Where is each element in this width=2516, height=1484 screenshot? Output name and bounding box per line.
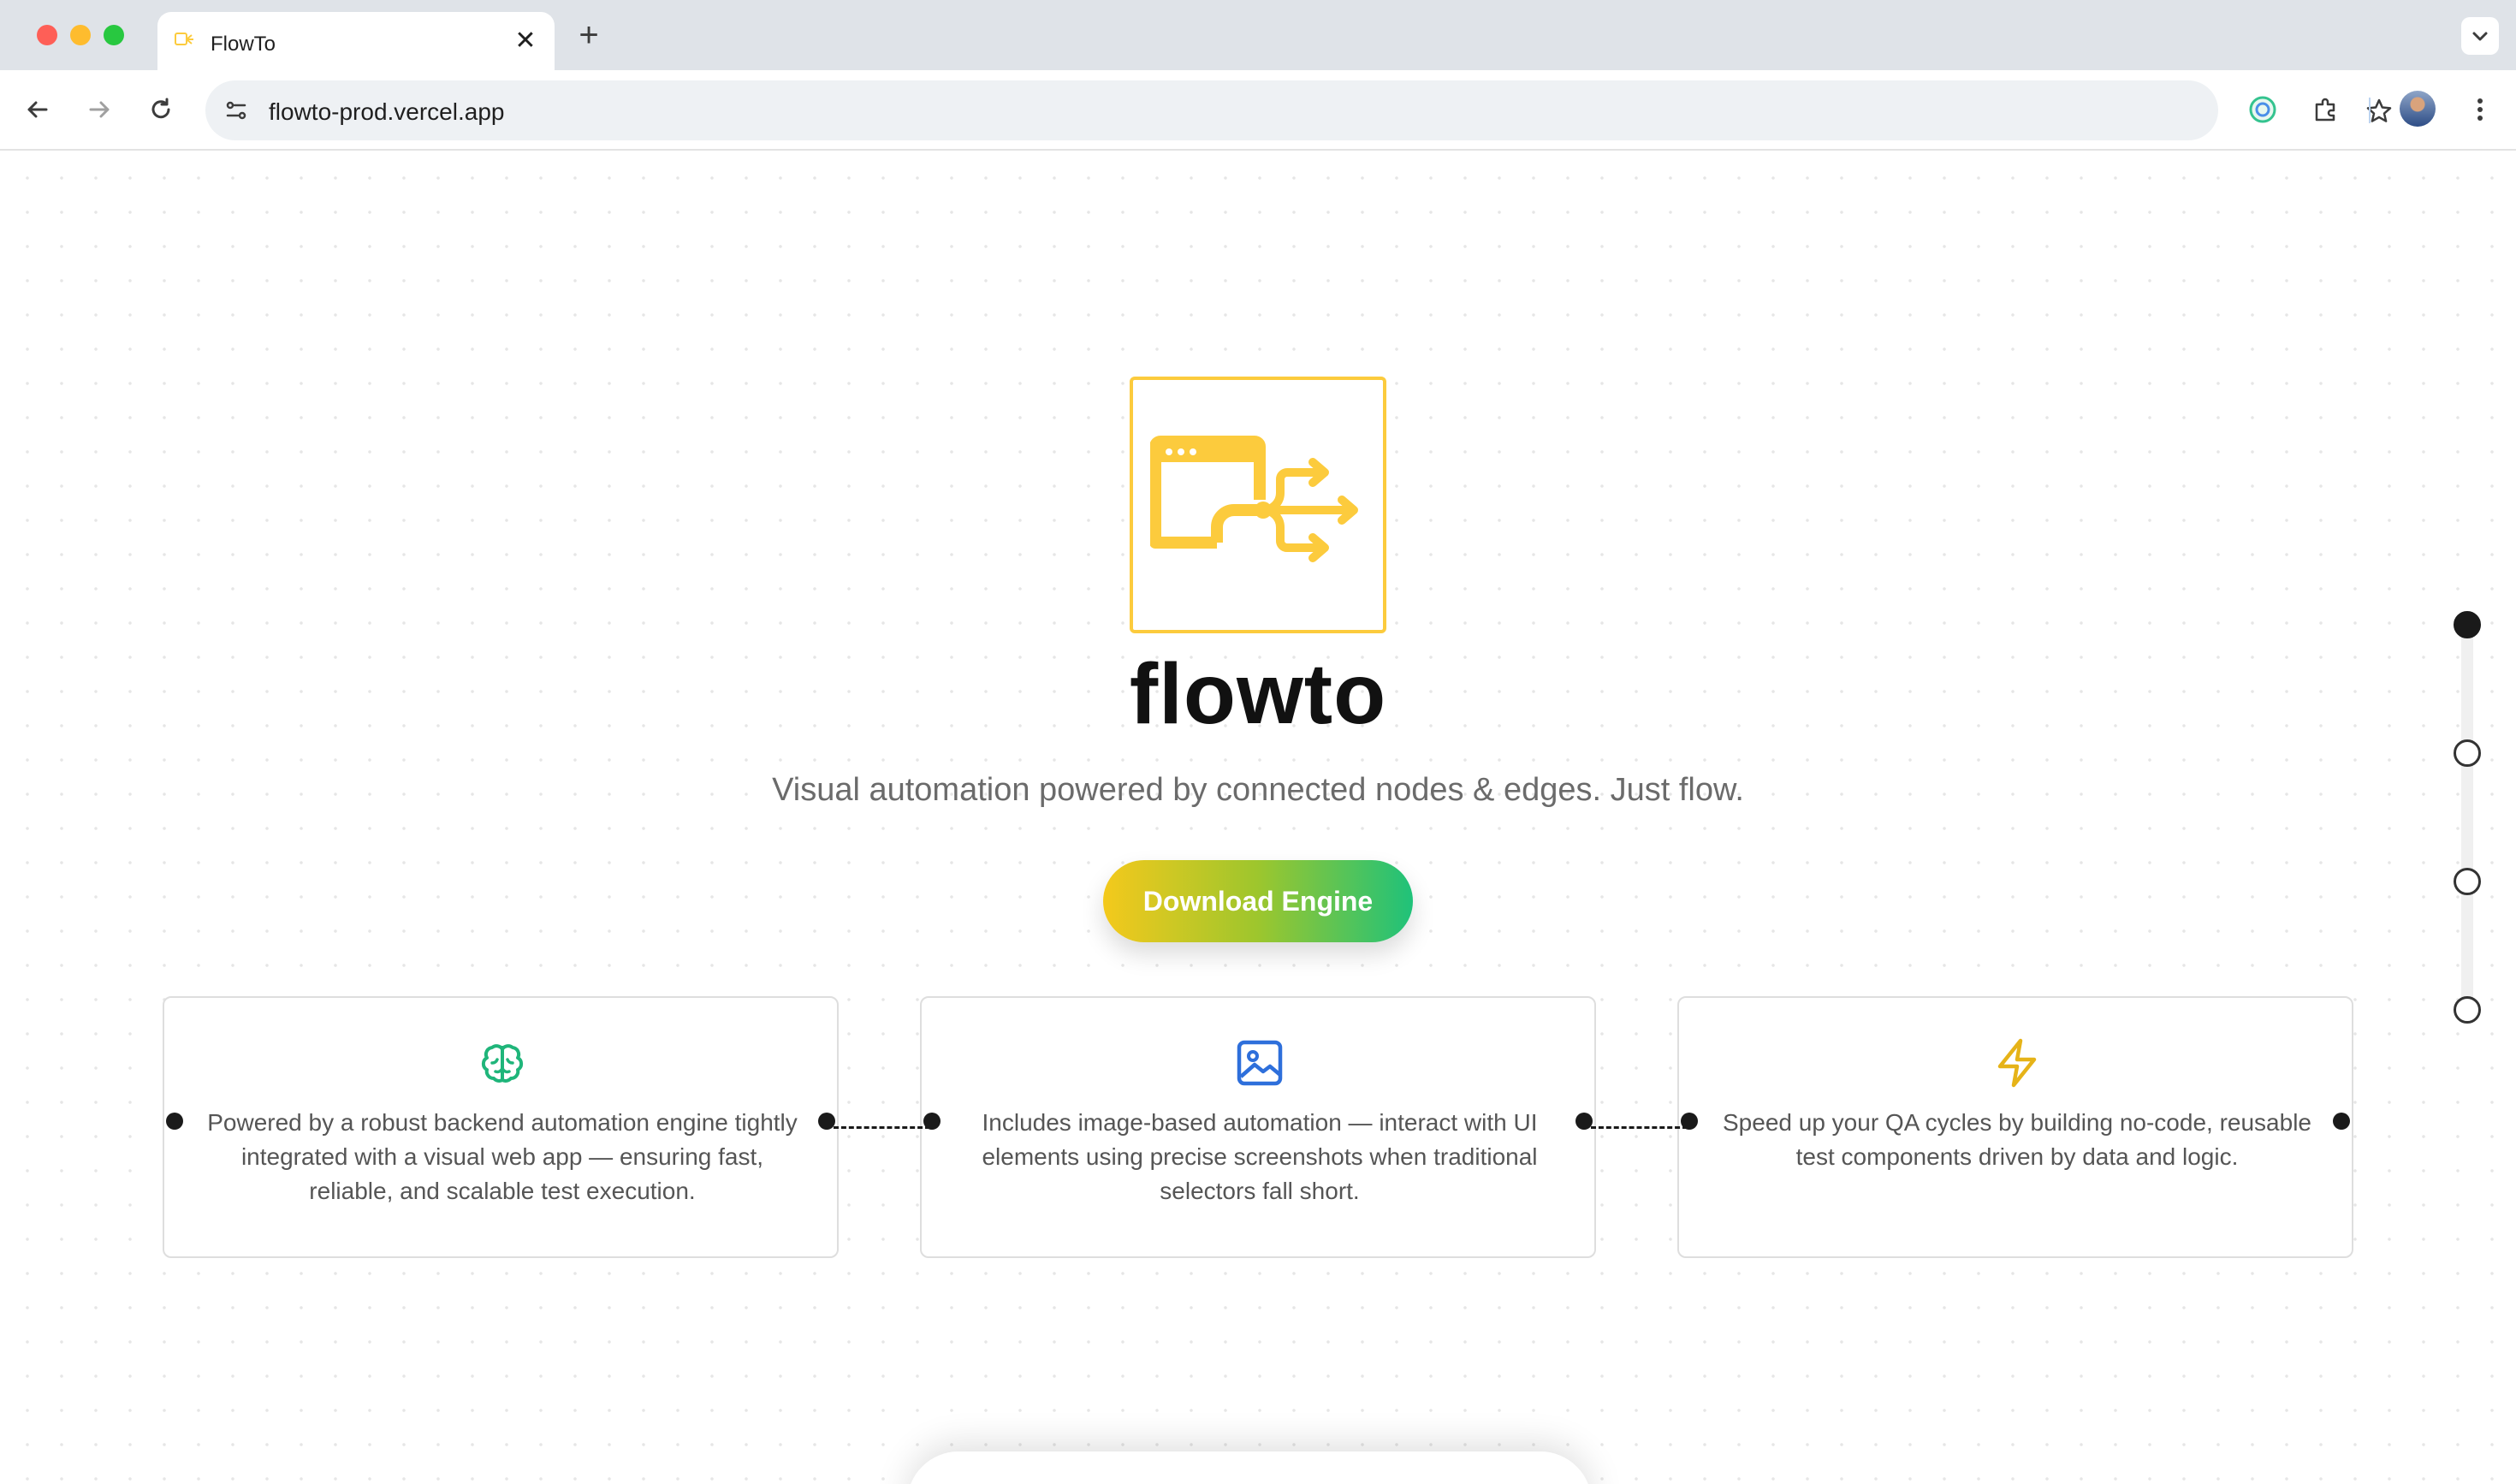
feature-text: Includes image-based automation — intera… <box>982 1109 1538 1204</box>
tab-search-button[interactable] <box>2461 17 2499 55</box>
fullscreen-window-button[interactable] <box>104 25 124 45</box>
flowto-logo-icon <box>1150 436 1358 562</box>
node-handle-right[interactable] <box>818 1113 835 1130</box>
url-text[interactable]: flowto-prod.vercel.app <box>269 98 504 126</box>
feature-card-engine: Powered by a robust backend automation e… <box>163 996 839 1258</box>
address-bar[interactable]: flowto-prod.vercel.app <box>205 80 2392 140</box>
more-menu-icon[interactable] <box>2463 92 2497 127</box>
download-engine-button[interactable]: Download Engine <box>1103 860 1413 942</box>
tab-title: FlowTo <box>211 33 276 56</box>
tab-close-icon[interactable]: ✕ <box>512 27 539 55</box>
section-dot-3[interactable] <box>2454 868 2481 895</box>
feature-text: Speed up your QA cycles by building no-c… <box>1723 1109 2311 1170</box>
node-handle-left[interactable] <box>166 1113 183 1130</box>
section-dot-2[interactable] <box>2454 739 2481 767</box>
lightning-icon <box>1997 1038 2037 1088</box>
reload-icon[interactable] <box>144 92 178 127</box>
node-handle-right[interactable] <box>2333 1113 2350 1130</box>
brain-icon <box>481 1044 524 1083</box>
extension-badge-icon[interactable] <box>2246 92 2280 127</box>
bookmark-star-icon[interactable] <box>2362 94 2396 128</box>
new-tab-button[interactable]: + <box>572 18 606 53</box>
section-progress-track <box>2461 625 2473 1001</box>
tagline: Visual automation powered by connected n… <box>772 772 1744 808</box>
edge-connector <box>834 1126 930 1129</box>
section-dot-1[interactable] <box>2454 611 2481 638</box>
next-section-preview <box>907 1451 1592 1484</box>
profile-avatar[interactable] <box>2400 91 2436 127</box>
feature-card-speed: Speed up your QA cycles by building no-c… <box>1677 996 2353 1258</box>
browser-toolbar: flowto-prod.vercel.app <box>0 70 2516 151</box>
page-viewport: flowto Visual automation powered by conn… <box>0 151 2516 1484</box>
node-handle-right[interactable] <box>1575 1113 1593 1130</box>
minimize-window-button[interactable] <box>70 25 91 45</box>
chevron-down-icon <box>2472 32 2488 41</box>
feature-text: Powered by a robust backend automation e… <box>207 1109 798 1204</box>
flowto-logo <box>1130 377 1386 633</box>
brand-title: flowto <box>1129 646 1387 742</box>
browser-tab-bar: FlowTo ✕ + <box>0 0 2516 70</box>
feature-card-image: Includes image-based automation — intera… <box>920 996 1596 1258</box>
flowto-favicon-icon <box>175 33 193 45</box>
site-info-icon[interactable] <box>219 93 253 128</box>
browser-tab-active[interactable]: FlowTo ✕ <box>157 12 555 70</box>
close-window-button[interactable] <box>37 25 57 45</box>
back-arrow-icon[interactable] <box>21 92 55 127</box>
edge-connector <box>1591 1126 1688 1129</box>
image-icon <box>1237 1040 1283 1086</box>
forward-arrow-icon[interactable] <box>82 92 116 127</box>
section-dot-4[interactable] <box>2454 996 2481 1024</box>
extensions-puzzle-icon[interactable] <box>2309 92 2343 127</box>
toolbar-divider <box>2369 98 2371 123</box>
